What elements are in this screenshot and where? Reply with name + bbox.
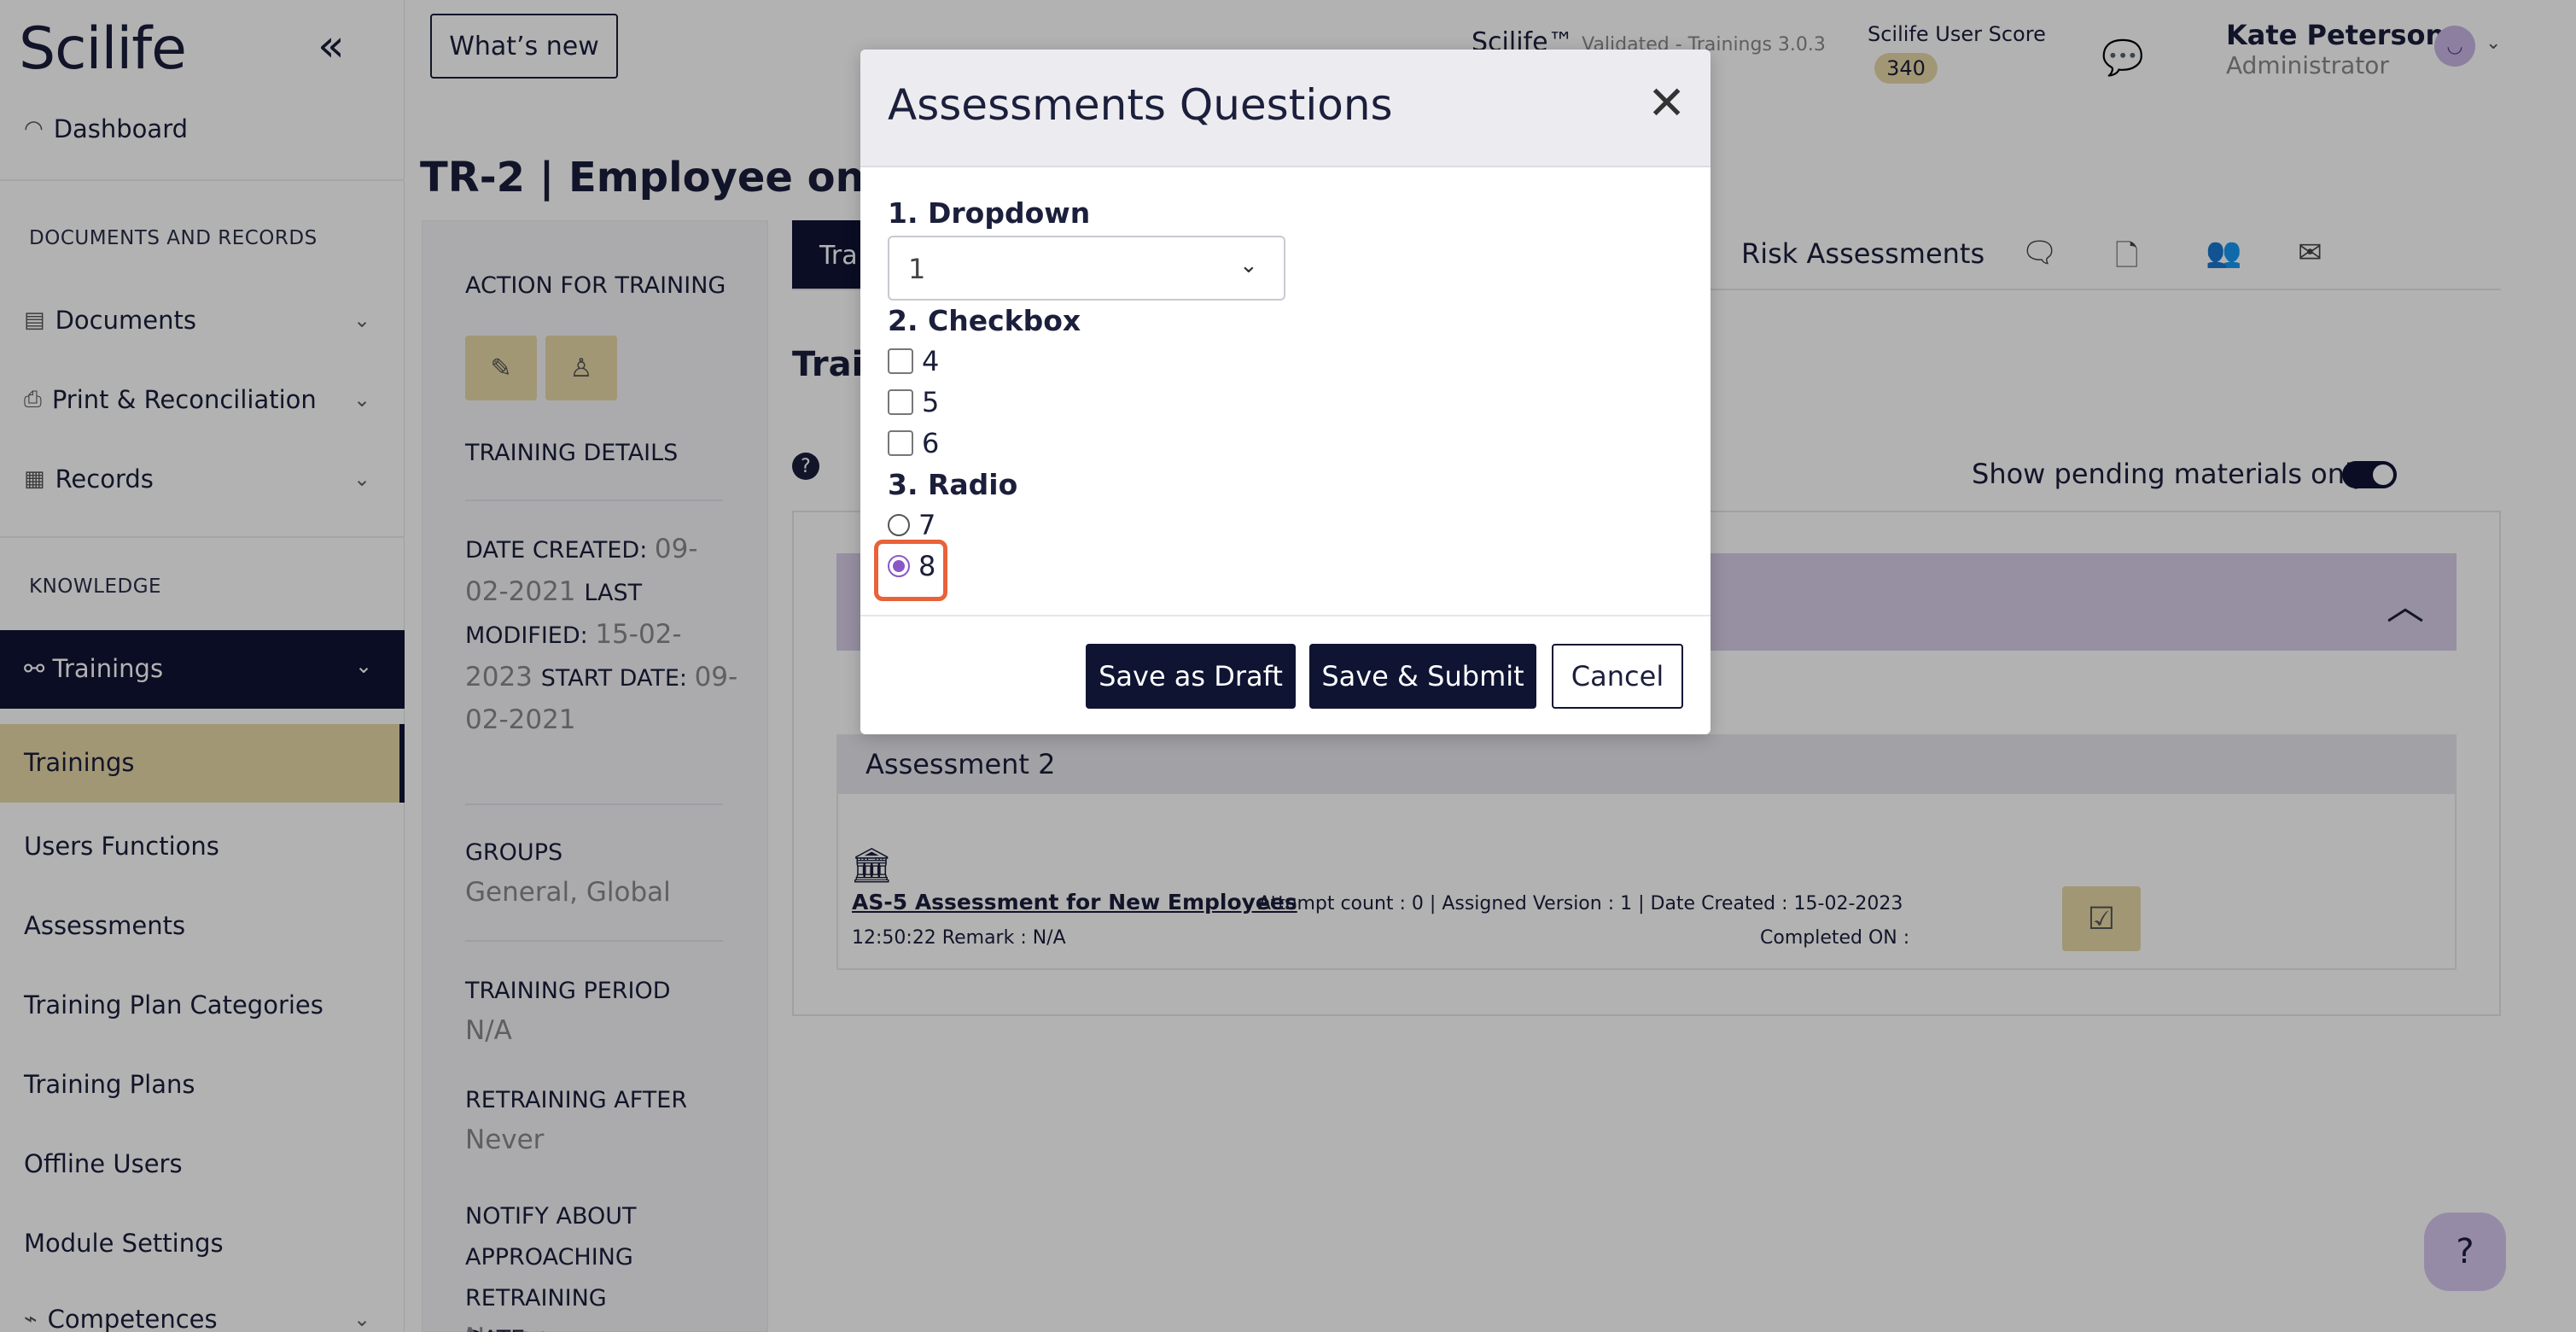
- question-1-dropdown[interactable]: 1 ⌄: [888, 236, 1285, 301]
- checkbox-option-6[interactable]: 6: [888, 427, 939, 459]
- checkbox[interactable]: [888, 389, 913, 415]
- cancel-button[interactable]: Cancel: [1552, 644, 1683, 709]
- modal-header: Assessments Questions ✕: [860, 50, 1711, 167]
- question-2-label: 2. Checkbox: [888, 304, 1081, 337]
- checkbox[interactable]: [888, 348, 913, 374]
- save-and-submit-button[interactable]: Save & Submit: [1309, 644, 1536, 709]
- assessments-questions-modal: Assessments Questions ✕ 1. Dropdown 1 ⌄ …: [860, 50, 1711, 734]
- question-3-label: 3. Radio: [888, 468, 1018, 501]
- checkbox-option-5[interactable]: 5: [888, 386, 939, 418]
- chevron-down-icon: ⌄: [1239, 253, 1258, 278]
- dropdown-value: 1: [908, 253, 926, 285]
- selection-highlight: [874, 540, 947, 601]
- modal-footer-divider: [860, 615, 1711, 616]
- radio[interactable]: [888, 514, 910, 536]
- checkbox-option-4[interactable]: 4: [888, 345, 939, 377]
- checkbox[interactable]: [888, 430, 913, 456]
- save-as-draft-button[interactable]: Save as Draft: [1086, 644, 1296, 709]
- close-icon[interactable]: ✕: [1647, 80, 1686, 126]
- radio-option-7[interactable]: 7: [888, 509, 935, 541]
- question-1-label: 1. Dropdown: [888, 196, 1091, 230]
- modal-title: Assessments Questions: [888, 80, 1393, 130]
